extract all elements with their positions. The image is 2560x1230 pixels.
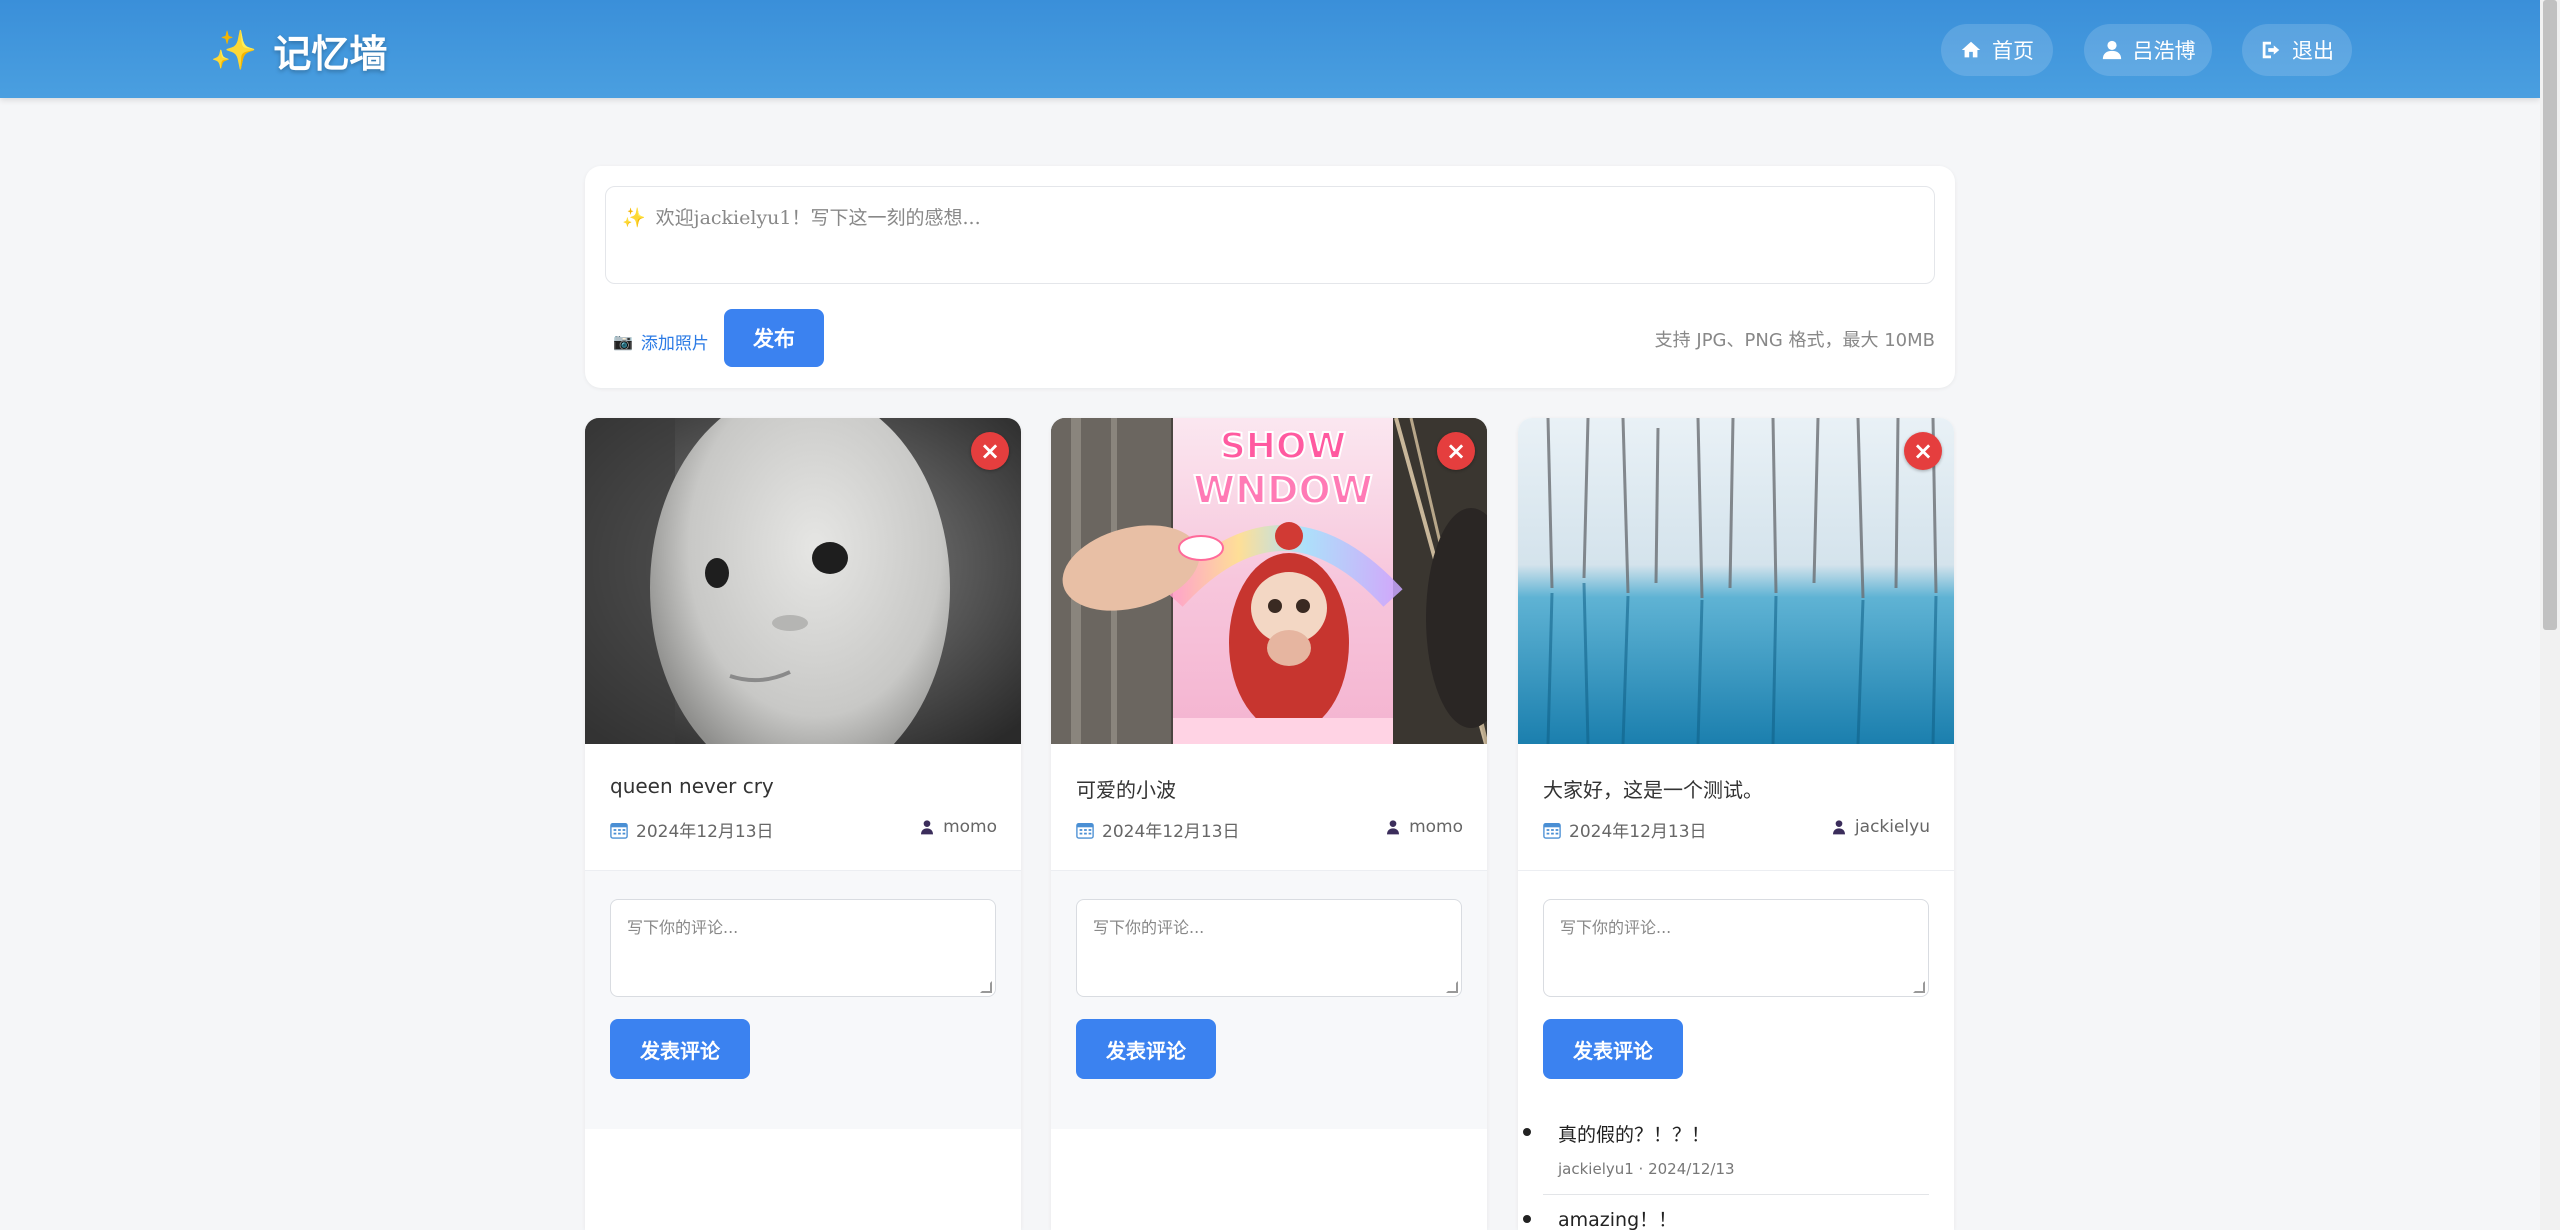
bullet	[1523, 1128, 1531, 1136]
add-photo-button[interactable]: 📷 添加照片	[613, 329, 709, 354]
nav-logout-label: 退出	[2292, 39, 2334, 63]
comment-item: 真的假的？！？！ jackielyu1 · 2024/12/13	[1523, 1112, 1929, 1195]
nav-home-button[interactable]: 首页	[1941, 24, 2053, 76]
post-input-placeholder: 欢迎jackielyu1！写下这一刻的感想...	[655, 207, 981, 229]
post-card: SHOW WNDOW × 可爱的小波 2024年12月13日 momo 写下你的…	[1051, 418, 1487, 1230]
comment-section: 写下你的评论... 发表评论	[1051, 870, 1487, 1129]
comment-input-placeholder: 写下你的评论...	[627, 918, 739, 937]
upload-hint: 支持 JPG、PNG 格式，最大 10MB	[1654, 330, 1935, 351]
resize-handle[interactable]	[1446, 981, 1458, 993]
post-photo-white-mask[interactable]	[585, 418, 1021, 744]
mask-face-image	[585, 418, 1021, 744]
submit-comment-button[interactable]: 发表评论	[1076, 1019, 1216, 1079]
home-icon	[1961, 41, 1981, 58]
comment-section: 写下你的评论... 发表评论	[1518, 870, 1954, 1129]
add-photo-label: 添加照片	[640, 334, 709, 354]
post-author-name: jackielyu	[1854, 817, 1930, 837]
post-photo-blue-pond[interactable]	[1518, 418, 1954, 744]
nav-logout-button[interactable]: 退出	[2242, 24, 2352, 76]
post-author: jackielyu	[1831, 817, 1930, 837]
brand[interactable]: ✨ 记忆墙	[210, 24, 387, 76]
delete-post-button[interactable]: ×	[1904, 432, 1942, 470]
sparkle-icon: ✨	[210, 27, 258, 72]
delete-post-button[interactable]: ×	[1437, 432, 1475, 470]
publish-button[interactable]: 发布	[724, 309, 824, 367]
comment-input-placeholder: 写下你的评论...	[1560, 918, 1672, 937]
page-scrollbar-thumb[interactable]	[2543, 0, 2557, 630]
svg-text:WNDOW: WNDOW	[1193, 468, 1372, 512]
calendar-icon	[1076, 822, 1094, 839]
blue-pond-image	[1518, 418, 1954, 744]
close-icon: ×	[1445, 437, 1467, 465]
resize-handle[interactable]	[1913, 981, 1925, 993]
comment-input[interactable]: 写下你的评论...	[1543, 899, 1929, 997]
post-date: 2024年12月13日	[610, 817, 774, 842]
nav-home-label: 首页	[1992, 39, 2034, 63]
post-card: × queen never cry 2024年12月13日 momo 写下你的评…	[585, 418, 1021, 1230]
delete-post-button[interactable]: ×	[971, 432, 1009, 470]
logout-icon	[2262, 41, 2280, 59]
nav-profile-button[interactable]: 吕浩博	[2084, 24, 2212, 76]
post-date-text: 2024年12月13日	[1569, 822, 1707, 842]
user-icon	[1832, 820, 1845, 835]
comment-input-placeholder: 写下你的评论...	[1093, 918, 1205, 937]
comment-section: 写下你的评论... 发表评论	[585, 870, 1021, 1129]
close-icon: ×	[979, 437, 1001, 465]
post-date-text: 2024年12月13日	[1102, 822, 1240, 842]
post-text-input[interactable]: ✨ 欢迎jackielyu1！写下这一刻的感想...	[605, 186, 1935, 284]
post-photo-toy-box[interactable]: SHOW WNDOW	[1051, 418, 1487, 744]
post-composer: ✨ 欢迎jackielyu1！写下这一刻的感想... 📷 添加照片 发布 支持 J…	[585, 166, 1955, 388]
comment-input[interactable]: 写下你的评论...	[1076, 899, 1462, 997]
svg-text:SHOW: SHOW	[1220, 426, 1346, 467]
user-icon	[921, 820, 934, 835]
calendar-icon	[610, 822, 628, 839]
user-icon	[2102, 40, 2121, 60]
resize-handle[interactable]	[980, 981, 992, 993]
comment-meta: jackielyu1 · 2024/12/13	[1558, 1160, 1735, 1178]
bullet	[1523, 1215, 1531, 1223]
post-author: momo	[919, 817, 997, 837]
comment-item: amazing！！	[1523, 1195, 1929, 1230]
post-author: momo	[1385, 817, 1463, 837]
close-icon: ×	[1912, 437, 1934, 465]
submit-comment-button[interactable]: 发表评论	[610, 1019, 750, 1079]
post-caption: queen never cry	[610, 774, 774, 798]
nav-profile-label: 吕浩博	[2132, 39, 2196, 63]
calendar-icon	[1543, 822, 1561, 839]
post-date-text: 2024年12月13日	[636, 822, 774, 842]
post-author-name: momo	[1409, 817, 1463, 837]
post-caption: 大家好，这是一个测试。	[1543, 778, 1763, 802]
comment-list: 真的假的？！？！ jackielyu1 · 2024/12/13 amazing…	[1518, 1112, 1954, 1230]
post-caption: 可爱的小波	[1076, 778, 1176, 802]
post-card: × 大家好，这是一个测试。 2024年12月13日 jackielyu 写下你的…	[1518, 418, 1954, 1230]
toy-box-image: SHOW WNDOW	[1051, 418, 1487, 744]
post-date: 2024年12月13日	[1076, 817, 1240, 842]
comment-text: 真的假的？！？！	[1558, 1124, 1711, 1146]
top-navbar: ✨ 记忆墙 首页 吕浩博 退出	[0, 0, 2540, 98]
user-icon	[1387, 820, 1400, 835]
comment-text: amazing！！	[1558, 1209, 1678, 1230]
comment-input[interactable]: 写下你的评论...	[610, 899, 996, 997]
camera-icon: 📷	[613, 332, 633, 351]
brand-title: 记忆墙	[273, 31, 388, 76]
post-date: 2024年12月13日	[1543, 817, 1707, 842]
sparkle-icon: ✨	[622, 207, 646, 229]
post-author-name: momo	[943, 817, 997, 837]
submit-comment-button[interactable]: 发表评论	[1543, 1019, 1683, 1079]
